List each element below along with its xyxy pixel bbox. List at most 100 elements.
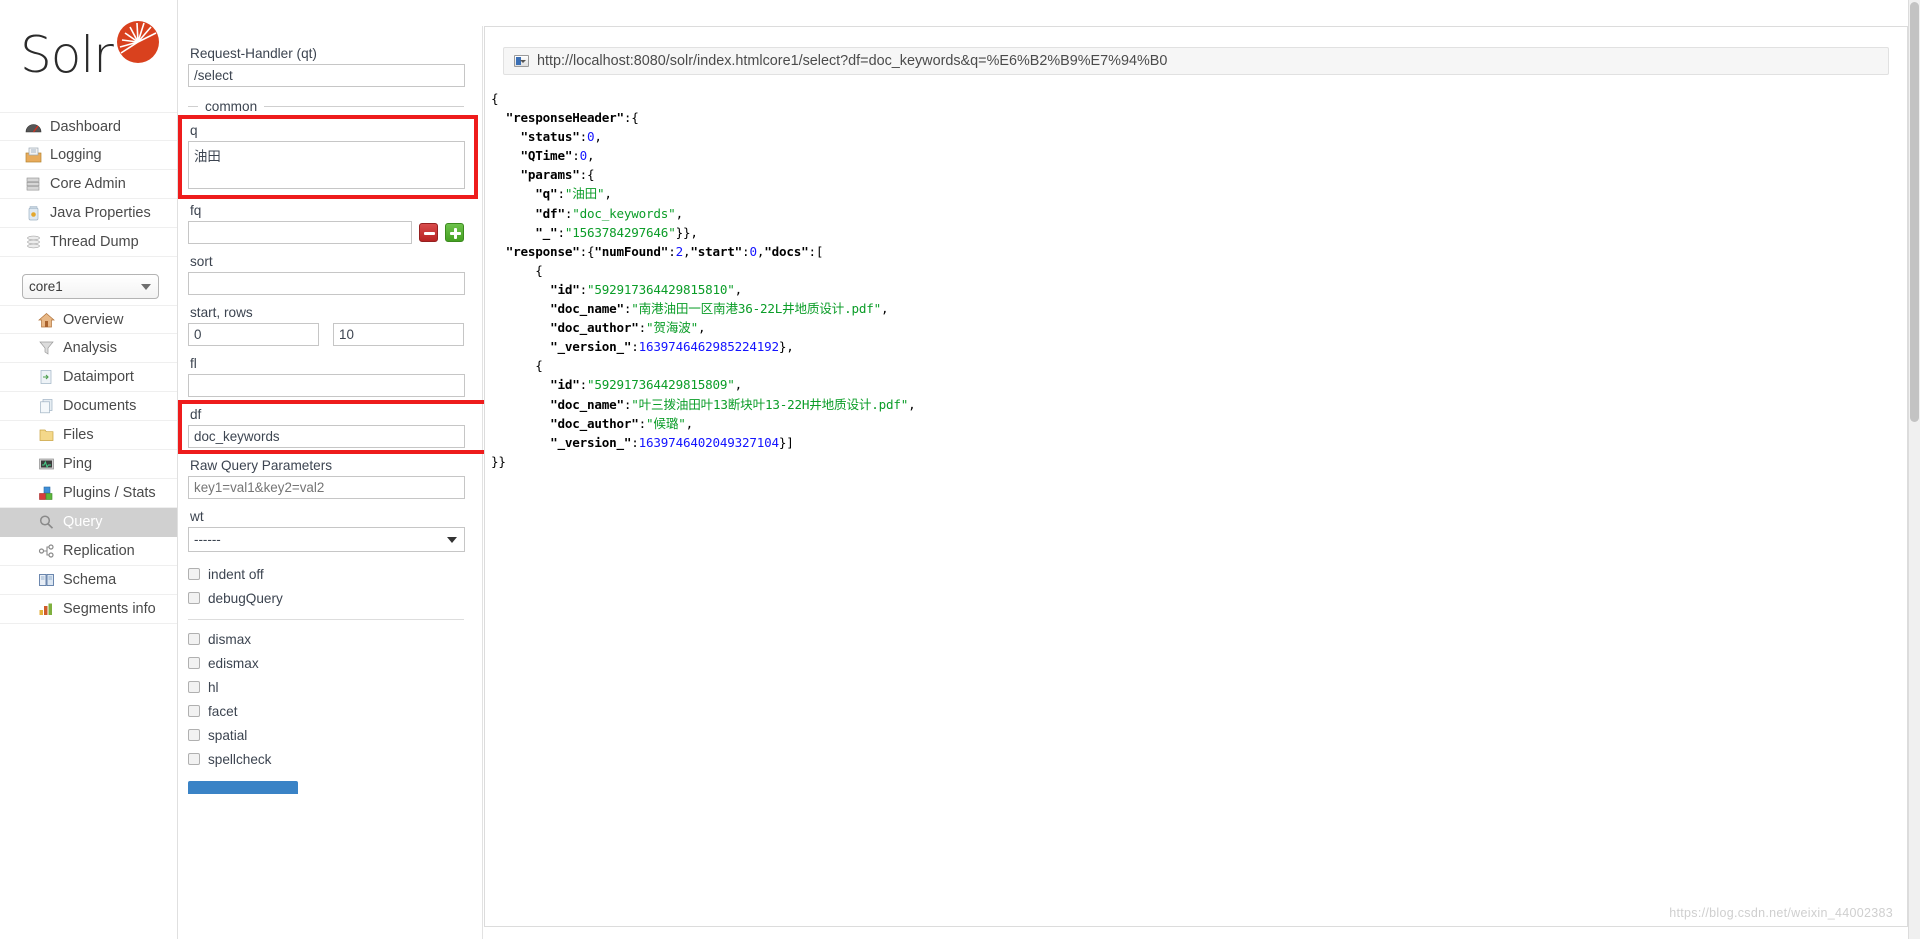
wt-select[interactable]: ------	[188, 527, 465, 552]
sidebar-item-documents[interactable]: Documents	[0, 392, 177, 421]
home-icon	[38, 312, 55, 328]
sidebar-item-query[interactable]: Query	[0, 508, 177, 537]
sidebar-item-label: Logging	[50, 147, 102, 163]
sort-label: sort	[190, 254, 213, 269]
magnifier-icon	[38, 514, 55, 530]
q-label: q	[190, 123, 198, 138]
sidebar-item-core-admin[interactable]: Core Admin	[0, 170, 177, 199]
fq-input[interactable]	[188, 221, 412, 244]
checkbox-label: hl	[208, 679, 219, 695]
solr-admin-page: Solr Dashboard Logging Core Admin Java P…	[0, 0, 1920, 939]
brand-name: Solr	[20, 26, 114, 84]
checkbox-label: spellcheck	[208, 751, 272, 767]
sidebar-item-dataimport[interactable]: Dataimport	[0, 363, 177, 392]
minus-icon[interactable]	[419, 223, 438, 242]
checkbox-icon[interactable]	[188, 729, 200, 741]
spellcheck-checkbox-row[interactable]: spellcheck	[188, 747, 464, 771]
checkbox-icon[interactable]	[188, 705, 200, 717]
common-legend: common	[188, 99, 464, 114]
checkbox-label: spatial	[208, 727, 248, 743]
checkbox-icon[interactable]	[188, 633, 200, 645]
sidebar-item-label: Replication	[63, 543, 135, 559]
funnel-icon	[38, 340, 55, 356]
sidebar-item-label: Files	[63, 427, 94, 443]
sidebar-item-analysis[interactable]: Analysis	[0, 334, 177, 363]
request-handler-input[interactable]	[188, 64, 465, 87]
hl-checkbox-row[interactable]: hl	[188, 675, 464, 699]
wt-label: wt	[190, 509, 204, 524]
sidebar-item-thread-dump[interactable]: Thread Dump	[0, 228, 177, 257]
sidebar-item-label: Java Properties	[50, 205, 151, 221]
checkbox-icon[interactable]	[188, 753, 200, 765]
legend-label: common	[205, 99, 258, 114]
core-nav: Overview Analysis Dataimport Documents F…	[0, 305, 177, 624]
legend-rule	[264, 106, 464, 107]
raw-query-parameters-label: Raw Query Parameters	[190, 458, 333, 473]
sidebar-item-java-properties[interactable]: Java Properties	[0, 199, 177, 228]
sidebar-item-overview[interactable]: Overview	[0, 305, 177, 334]
df-label: df	[190, 407, 202, 422]
sidebar-item-plugins-stats[interactable]: Plugins / Stats	[0, 479, 177, 508]
checkbox-icon[interactable]	[188, 592, 200, 604]
sidebar-item-files[interactable]: Files	[0, 421, 177, 450]
core-selector-value: core1	[29, 279, 63, 294]
request-url-bar[interactable]: http://localhost:8080/solr/index.htmlcor…	[503, 47, 1889, 75]
spatial-checkbox-row[interactable]: spatial	[188, 723, 464, 747]
sidebar-item-replication[interactable]: Replication	[0, 537, 177, 566]
fl-input[interactable]	[188, 374, 465, 397]
global-nav: Dashboard Logging Core Admin Java Proper…	[0, 112, 177, 257]
execute-query-button[interactable]	[188, 781, 298, 794]
core-selector[interactable]: core1	[22, 274, 159, 299]
response-json: { "responseHeader":{ "status":0, "QTime"…	[491, 91, 916, 469]
indent-off-checkbox-row[interactable]: indent off	[188, 562, 464, 586]
ping-icon	[38, 456, 55, 472]
toggles-divider	[188, 619, 464, 620]
fq-row	[188, 221, 464, 244]
sidebar: Solr Dashboard Logging Core Admin Java P…	[0, 0, 178, 939]
start-input[interactable]	[188, 323, 319, 346]
wt-value: ------	[194, 532, 221, 547]
sidebar-item-label: Analysis	[63, 340, 117, 356]
raw-query-parameters-input[interactable]	[188, 476, 465, 499]
chevron-down-icon	[141, 284, 151, 290]
df-input[interactable]	[188, 425, 465, 448]
checkbox-icon[interactable]	[188, 657, 200, 669]
start-rows-label: start, rows	[190, 305, 253, 320]
checkbox-icon[interactable]	[188, 568, 200, 580]
java-properties-icon	[25, 205, 42, 221]
q-input[interactable]: 油田	[188, 141, 465, 189]
dashboard-icon	[25, 119, 42, 135]
sidebar-item-dashboard[interactable]: Dashboard	[0, 112, 177, 141]
debugquery-checkbox-row[interactable]: debugQuery	[188, 586, 464, 610]
sort-input[interactable]	[188, 272, 465, 295]
dataimport-icon	[38, 369, 55, 385]
sidebar-item-label: Query	[63, 514, 103, 530]
sidebar-item-label: Thread Dump	[50, 234, 139, 250]
sidebar-item-ping[interactable]: Ping	[0, 450, 177, 479]
sidebar-item-label: Schema	[63, 572, 117, 588]
sidebar-item-label: Segments info	[63, 601, 156, 617]
facet-checkbox-row[interactable]: facet	[188, 699, 464, 723]
sidebar-item-logging[interactable]: Logging	[0, 141, 177, 170]
segments-icon	[38, 601, 55, 617]
legend-dash	[188, 106, 198, 107]
brand-logo[interactable]: Solr	[0, 0, 177, 112]
sidebar-item-label: Overview	[63, 311, 124, 328]
scrollbar-thumb[interactable]	[1910, 2, 1919, 422]
solr-sunburst-logo	[117, 21, 159, 63]
watermark-text: https://blog.csdn.net/weixin_44002383	[1669, 906, 1893, 920]
schema-icon	[38, 572, 55, 588]
dismax-checkbox-row[interactable]: dismax	[188, 627, 464, 651]
request-url-text: http://localhost:8080/solr/index.htmlcor…	[537, 53, 1168, 69]
plugins-icon	[38, 485, 55, 501]
page-scrollbar[interactable]	[1908, 0, 1920, 939]
fl-label: fl	[190, 356, 197, 371]
rows-input[interactable]	[333, 323, 464, 346]
edismax-checkbox-row[interactable]: edismax	[188, 651, 464, 675]
sidebar-item-schema[interactable]: Schema	[0, 566, 177, 595]
request-handler-label: Request-Handler (qt)	[190, 46, 317, 61]
sidebar-item-segments-info[interactable]: Segments info	[0, 595, 177, 624]
checkbox-icon[interactable]	[188, 681, 200, 693]
plus-icon[interactable]	[445, 223, 464, 242]
fq-label: fq	[190, 203, 202, 218]
